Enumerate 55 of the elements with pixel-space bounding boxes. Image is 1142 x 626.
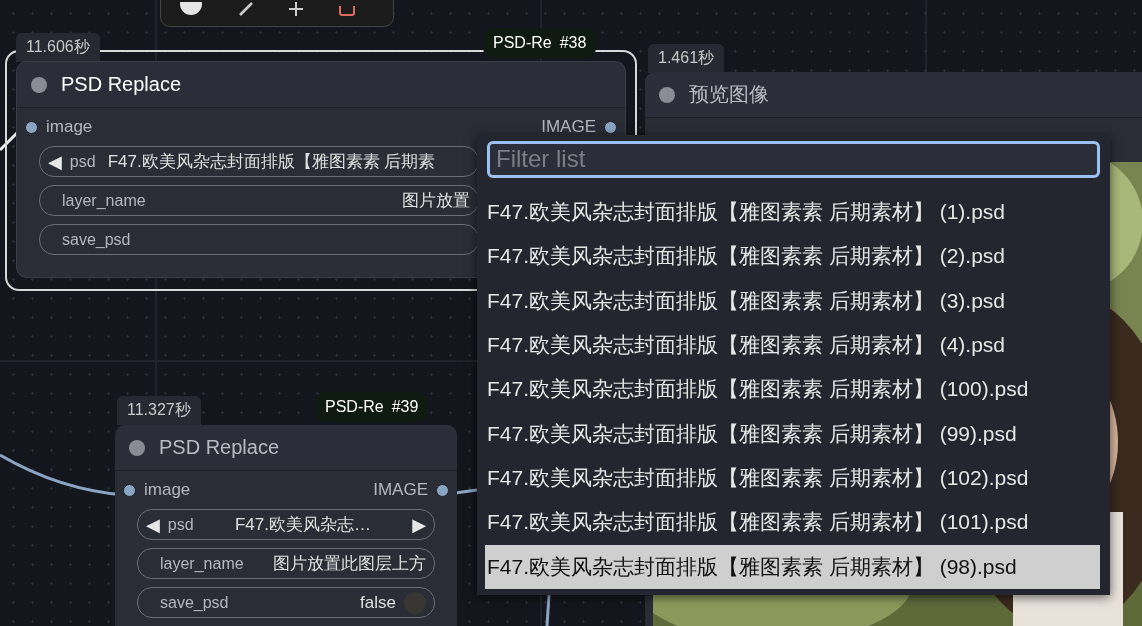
- widget-label: save_psd: [159, 593, 229, 612]
- combo-widget[interactable]: ◀ psd F47.欧美风杂志封面排版【雅图素素 后期素: [39, 146, 479, 177]
- badge-id: #39: [391, 398, 419, 416]
- slot-label: IMAGE: [373, 480, 428, 500]
- toggle-knob[interactable]: [404, 591, 426, 614]
- widget-value: F47.欧美风杂志封面排版【雅图素素 后期素: [106, 151, 437, 173]
- menu-item[interactable]: F47.欧美风杂志封面排版【雅图素素 后期素材】 (99).psd: [485, 411, 1100, 456]
- output-slot[interactable]: [436, 483, 449, 497]
- toggle-widget[interactable]: save_psd false: [137, 587, 435, 618]
- run-time: 11.327秒: [117, 396, 201, 425]
- badge-id: #38: [559, 34, 587, 52]
- widget-label: layer_name: [159, 554, 244, 573]
- text-widget[interactable]: layer_name 图片放置: [39, 185, 479, 216]
- slot-label: image: [46, 117, 93, 137]
- toggle-widget[interactable]: save_psd: [39, 224, 479, 255]
- status-dot: [31, 76, 47, 93]
- menu-item[interactable]: F47.欧美风杂志封面排版【雅图素素 后期素材】 (101).psd: [485, 500, 1100, 545]
- widget-value: 图片放置此图层上方: [272, 553, 426, 575]
- node-title: 预览图像: [689, 82, 769, 107]
- menu-item[interactable]: F47.欧美风杂志封面排版【雅图素素 后期素材】 (2).psd: [485, 233, 1100, 279]
- slash-icon[interactable]: [239, 2, 253, 16]
- input-slot[interactable]: [123, 483, 136, 497]
- slot-label: IMAGE: [541, 117, 596, 137]
- widget-value: F47.欧美风杂志…: [233, 514, 372, 536]
- menu-item[interactable]: F47.欧美风杂志封面排版【雅图素素 后期素材】 (3).psd: [485, 278, 1100, 323]
- node-title: PSD Replace: [61, 73, 182, 96]
- menu-item[interactable]: F47.欧美风杂志封面排版【雅图素素 后期素材】 (98).psd: [485, 544, 1100, 589]
- status-dot: [129, 439, 145, 456]
- menu-item[interactable]: F47.欧美风杂志封面排版【雅图素素 后期素材】 (100).psd: [485, 367, 1100, 412]
- menu-item[interactable]: F47.欧美风杂志封面排版【雅图素素 后期素材】 (4).psd: [485, 322, 1100, 368]
- text-widget[interactable]: layer_name 图片放置此图层上方: [137, 548, 435, 579]
- input-slot[interactable]: [25, 120, 38, 134]
- filter-field[interactable]: Filter list: [487, 141, 1100, 178]
- widget-label: save_psd: [61, 230, 131, 249]
- badge-name: PSD-Re: [325, 398, 384, 416]
- output-slot[interactable]: [604, 120, 617, 134]
- run-time: 1.461秒: [648, 44, 725, 73]
- plus-icon[interactable]: [289, 2, 303, 16]
- prev-arrow[interactable]: ◀: [146, 513, 160, 536]
- wire: [546, 595, 551, 626]
- node-title: PSD Replace: [159, 436, 280, 459]
- combo-widget[interactable]: ◀ psd F47.欧美风杂志… ▶: [137, 509, 435, 540]
- next-arrow[interactable]: ▶: [412, 513, 426, 536]
- widget-value: 图片放置: [401, 190, 470, 212]
- menu-item[interactable]: F47.欧美风杂志封面排版【雅图素素 后期素材】 (1).psd: [485, 189, 1100, 234]
- slot-label: image: [144, 480, 191, 500]
- widget-label: psd: [69, 152, 96, 171]
- widget-label: psd: [167, 515, 194, 534]
- status-dot: [659, 86, 675, 103]
- badge-name: PSD-Re: [493, 34, 552, 52]
- menu-item[interactable]: F47.欧美风杂志封面排版【雅图素素 后期素材】 (102).psd: [485, 455, 1100, 501]
- prev-arrow[interactable]: ◀: [48, 150, 62, 173]
- widget-label: layer_name: [61, 191, 146, 210]
- run-time: 11.606秒: [16, 33, 100, 62]
- widget-value: false: [359, 592, 396, 613]
